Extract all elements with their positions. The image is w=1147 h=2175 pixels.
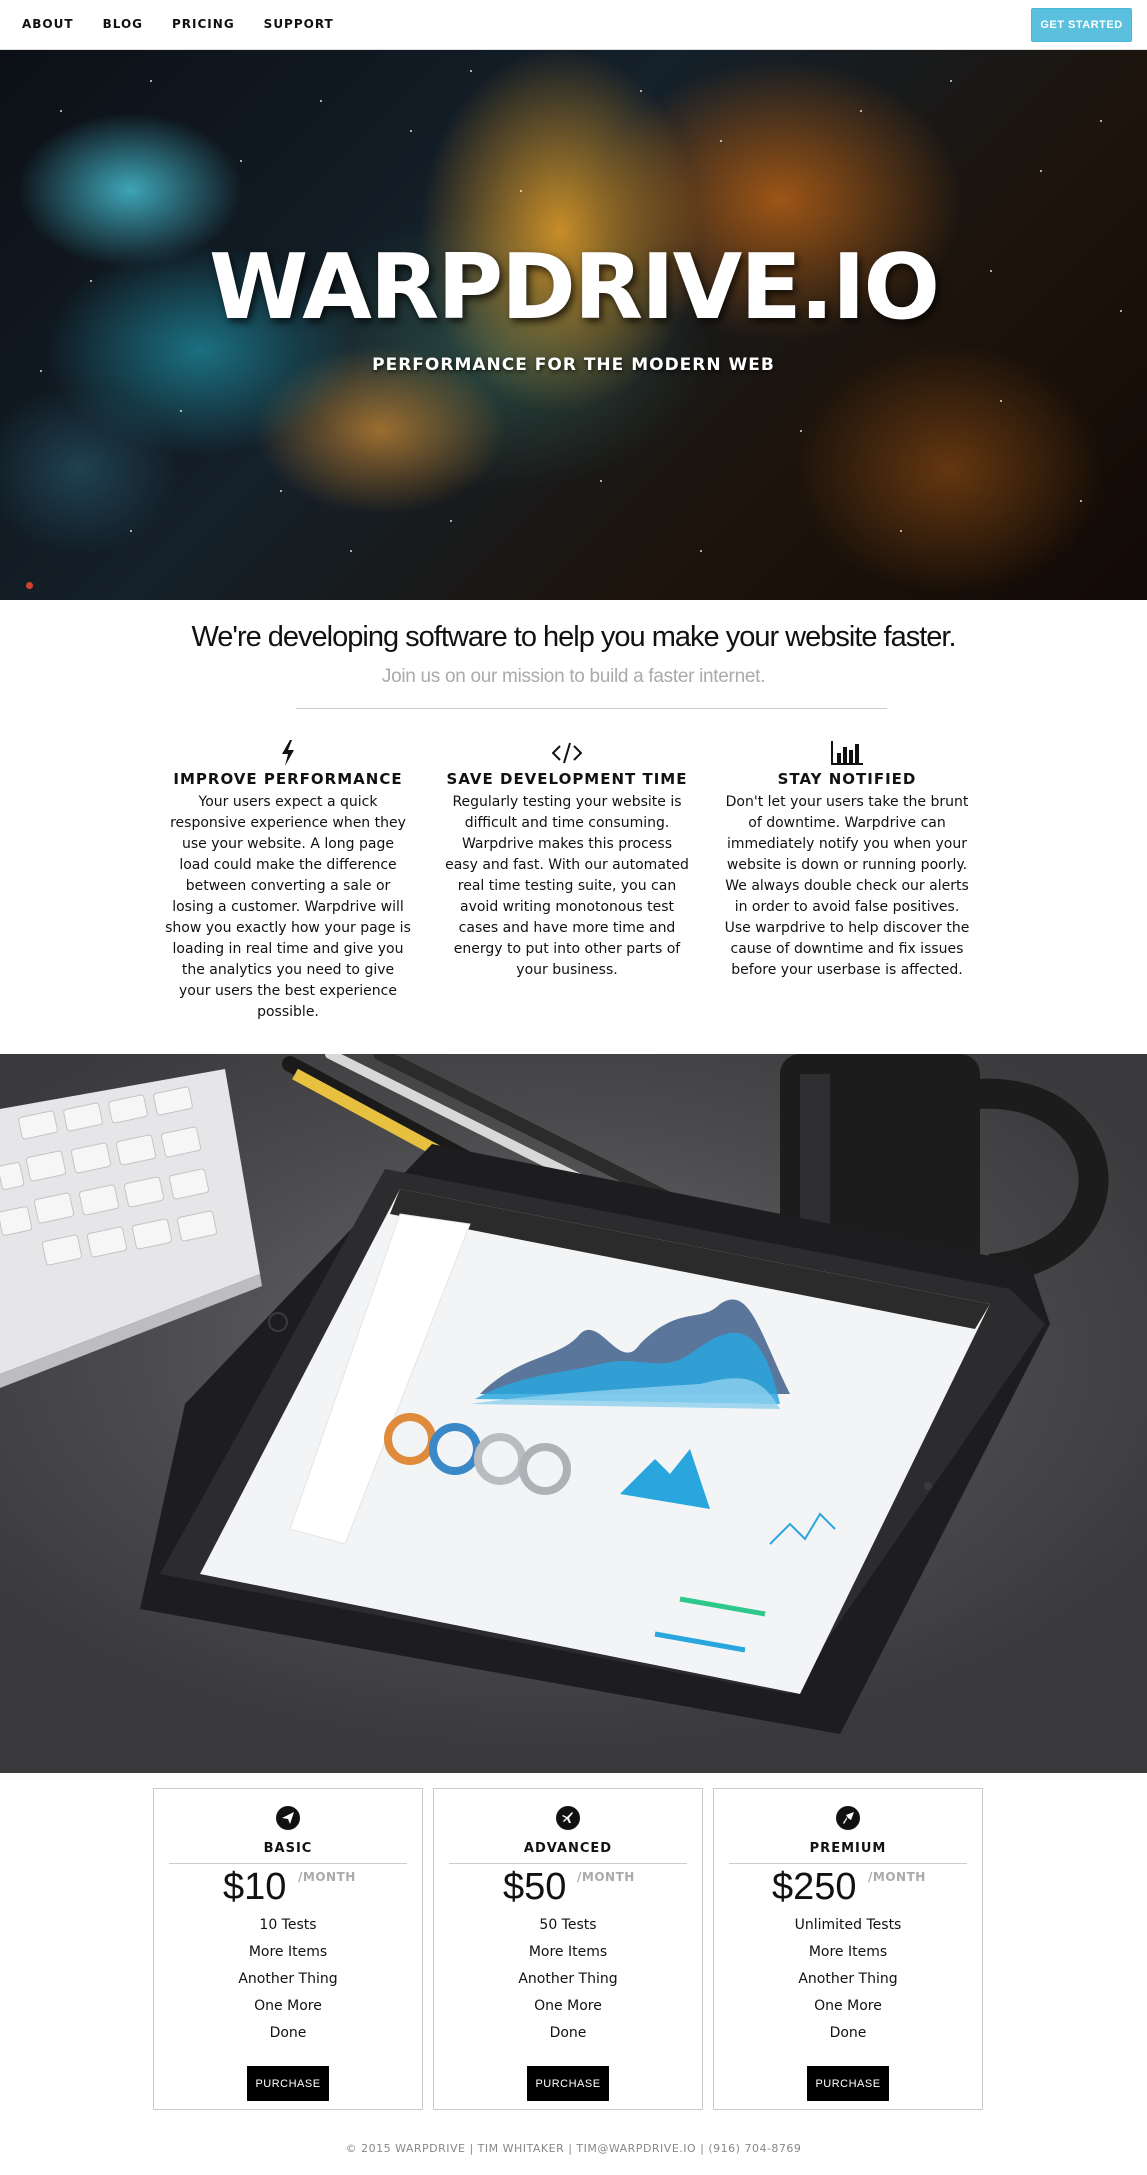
plan-feature-item: More Items <box>528 1944 608 1960</box>
plan-feature-item: 10 Tests <box>259 1917 317 1933</box>
paper-plane-icon <box>276 1806 300 1830</box>
plan-feature-item: Another Thing <box>798 1971 898 1987</box>
plan-feature-item: Done <box>549 2025 587 2041</box>
nav-link-about[interactable]: ABOUT <box>22 17 74 31</box>
feature-text: Regularly testing your website is diffic… <box>445 794 689 978</box>
plan-name: BASIC <box>263 1841 313 1856</box>
pricing-card-premium: PREMIUM $250 /MONTH Unlimited Tests More… <box>713 1788 983 2110</box>
plan-feature-item: One More <box>814 1998 882 2014</box>
nav-link-blog[interactable]: BLOG <box>103 17 143 31</box>
keyboard-image <box>0 1069 262 1388</box>
tablet-desk-photo <box>0 1054 1147 1773</box>
nav-link-pricing[interactable]: PRICING <box>172 17 235 31</box>
plan-price-row: $250 /MONTH <box>714 1866 982 1910</box>
hero-title: WARPDRIVE.IO <box>209 235 940 340</box>
code-icon <box>444 738 690 768</box>
plan-feature-item: Done <box>829 2025 867 2041</box>
plan-price-row: $10 /MONTH <box>154 1866 422 1910</box>
feature-improve-performance: IMPROVE PERFORMANCE Your users expect a … <box>165 738 411 1023</box>
plan-feature-item: One More <box>254 1998 322 2014</box>
feature-text: Your users expect a quick responsive exp… <box>165 794 411 1020</box>
feature-save-development-time: SAVE DEVELOPMENT TIME Regularly testing … <box>444 738 690 981</box>
feature-text: Don't let your users take the brunt of d… <box>724 794 970 978</box>
hero-subtitle: PERFORMANCE FOR THE MODERN WEB <box>372 355 775 375</box>
get-started-button[interactable]: GET STARTED <box>1031 8 1132 42</box>
nav-link-support[interactable]: SUPPORT <box>264 17 334 31</box>
plan-divider <box>449 1863 687 1864</box>
feature-title: IMPROVE PERFORMANCE <box>173 770 403 788</box>
plan-feature-item: Another Thing <box>238 1971 338 1987</box>
bar-chart-icon <box>724 738 970 768</box>
feature-title: STAY NOTIFIED <box>777 770 917 788</box>
footer-text: © 2015 WARPDRIVE | TIM WHITAKER | TIM@WA… <box>345 2142 802 2155</box>
top-navbar: ABOUT BLOG PRICING SUPPORT GET STARTED <box>0 0 1147 50</box>
plan-feature-item: More Items <box>248 1944 328 1960</box>
rocket-icon <box>836 1806 860 1830</box>
purchase-advanced-button[interactable]: PURCHASE <box>527 2066 609 2101</box>
bolt-icon <box>165 738 411 768</box>
pricing-card-basic: BASIC $10 /MONTH 10 Tests More Items Ano… <box>153 1788 423 2110</box>
plan-divider <box>729 1863 967 1864</box>
plan-price: $50 <box>503 1866 567 1908</box>
purchase-premium-button[interactable]: PURCHASE <box>807 2066 889 2101</box>
plan-divider <box>169 1863 407 1864</box>
plan-feature-item: More Items <box>808 1944 888 1960</box>
mission-subheading: Join us on our mission to build a faster… <box>381 666 766 687</box>
mission-heading: We're developing software to help you ma… <box>191 621 956 653</box>
plan-period: /MONTH <box>868 1870 926 1884</box>
purchase-basic-button[interactable]: PURCHASE <box>247 2066 329 2101</box>
pricing-card-advanced: ADVANCED $50 /MONTH 50 Tests More Items … <box>433 1788 703 2110</box>
plan-feature-item: Done <box>269 2025 307 2041</box>
mission-divider <box>296 708 887 709</box>
plan-period: /MONTH <box>298 1870 356 1884</box>
plan-feature-item: Another Thing <box>518 1971 618 1987</box>
plan-name: ADVANCED <box>523 1841 613 1856</box>
plan-price: $10 <box>223 1866 287 1908</box>
plan-feature-item: One More <box>534 1998 602 2014</box>
plan-price: $250 <box>772 1866 857 1908</box>
feature-stay-notified: STAY NOTIFIED Don't let your users take … <box>724 738 970 981</box>
red-star <box>26 582 33 589</box>
plan-feature-list: Unlimited Tests More Items Another Thing… <box>714 1912 982 2047</box>
nav-links: ABOUT BLOG PRICING SUPPORT <box>22 17 363 31</box>
hero-banner: WARPDRIVE.IO PERFORMANCE FOR THE MODERN … <box>0 50 1147 600</box>
plan-feature-list: 50 Tests More Items Another Thing One Mo… <box>434 1912 702 2047</box>
feature-title: SAVE DEVELOPMENT TIME <box>446 770 688 788</box>
plan-period: /MONTH <box>577 1870 635 1884</box>
plan-feature-item: 50 Tests <box>539 1917 597 1933</box>
plan-price-row: $50 /MONTH <box>434 1866 702 1910</box>
airplane-icon <box>556 1806 580 1830</box>
plan-feature-list: 10 Tests More Items Another Thing One Mo… <box>154 1912 422 2047</box>
plan-feature-item: Unlimited Tests <box>794 1917 902 1933</box>
plan-name: PREMIUM <box>809 1841 887 1856</box>
